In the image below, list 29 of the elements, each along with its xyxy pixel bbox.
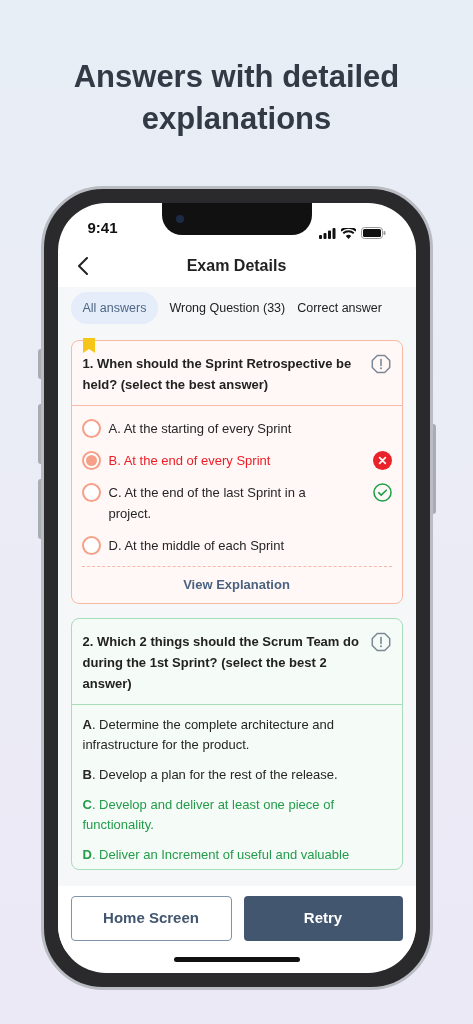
question-text: 2. Which 2 things should the Scrum Team do during the 1st Sprint? (select the best 2 answer) [82, 632, 360, 693]
battery-icon [360, 227, 386, 239]
status-time: 9:41 [87, 217, 118, 238]
answer-option: B. Develop a plan for the rest of the release. [82, 764, 391, 785]
filter-tab[interactable]: All answers [70, 292, 159, 324]
question-text: 1. When should the Sprint Retrospective be held? (select the best answer) [82, 355, 353, 394]
filter-tab[interactable]: Correct answer [296, 292, 383, 324]
answer-option: C. Develop and deliver at least one piece of functionality. [82, 794, 391, 835]
wifi-icon [340, 227, 356, 239]
view-explanation-link[interactable]: View Explanation [183, 575, 290, 595]
retry-button[interactable]: Retry [243, 896, 403, 941]
answer-option[interactable]: D. At the middle of each Sprint [108, 535, 365, 556]
report-icon[interactable] [370, 631, 391, 652]
answer-option[interactable]: C. At the end of the last Sprint in a project. [108, 482, 365, 524]
answer-option: D. Deliver an Increment of useful and valuable [82, 844, 391, 865]
radio-button[interactable] [81, 536, 101, 555]
signal-icon [318, 227, 336, 239]
report-icon[interactable] [370, 354, 391, 374]
radio-button[interactable] [81, 419, 101, 438]
answer-option: A. Determine the complete architecture and infrastructure for the product. [82, 714, 391, 755]
page-title: Exam Details [186, 256, 287, 276]
filter-tab[interactable]: Wrong Question (33) [168, 292, 287, 324]
back-icon[interactable] [77, 257, 88, 275]
radio-button[interactable] [81, 451, 101, 470]
answer-option[interactable]: B. At the end of every Sprint [108, 450, 365, 471]
answer-option[interactable]: A. At the starting of every Sprint [108, 418, 365, 439]
home-screen-button[interactable]: Home Screen [70, 896, 232, 941]
headline: Answers with detailed explanations [72, 58, 401, 138]
radio-button[interactable] [81, 483, 101, 502]
